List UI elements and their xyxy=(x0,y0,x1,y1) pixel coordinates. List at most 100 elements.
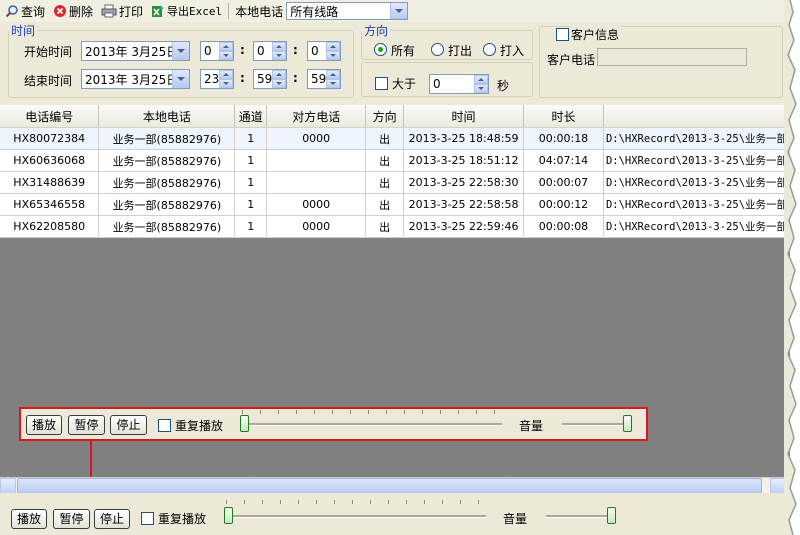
customer-phone-field[interactable] xyxy=(597,48,747,66)
table-row[interactable]: HX62208580 业务一部(85882976) 1 0000 出 2013-3-25 … xyxy=(0,215,790,238)
cell-id: HX80072384 xyxy=(0,127,100,150)
col-header-peer-phone[interactable]: 对方电话 xyxy=(266,105,367,128)
spin-up-icon[interactable] xyxy=(272,42,286,51)
repeat-checkbox[interactable] xyxy=(141,512,154,525)
filter-panel: 时间 开始时间 2013年 3月25日 0 : 0 : 0 结束时间 2013年… xyxy=(0,22,790,105)
col-header-duration[interactable]: 时长 xyxy=(523,105,604,128)
play-button[interactable]: 播放 xyxy=(11,509,47,529)
duration-spinner[interactable]: 0 xyxy=(429,74,489,94)
cell-duration: 00:00:12 xyxy=(523,193,604,216)
progress-slider-thumb[interactable] xyxy=(224,507,233,524)
torn-edge-decoration xyxy=(784,0,797,535)
cell-local-phone: 业务一部(85882976) xyxy=(98,127,236,150)
progress-slider-thumb[interactable] xyxy=(240,415,249,432)
spin-up-icon[interactable] xyxy=(326,70,340,79)
col-header-time[interactable]: 时间 xyxy=(403,105,525,128)
spin-up-icon[interactable] xyxy=(474,75,488,84)
spin-up-icon[interactable] xyxy=(272,70,286,79)
table-row[interactable]: HX80072384 业务一部(85882976) 1 0000 出 2013-3-25 … xyxy=(0,127,790,150)
spin-up-icon[interactable] xyxy=(219,42,233,51)
table-row[interactable]: HX60636068 业务一部(85882976) 1 出 2013-3-25 18:5… xyxy=(0,149,790,172)
volume-track xyxy=(562,423,628,426)
col-header-id[interactable]: 电话编号 xyxy=(0,105,100,128)
radio-all[interactable] xyxy=(374,43,387,56)
pause-button[interactable]: 暂停 xyxy=(53,509,90,529)
greater-checkbox[interactable] xyxy=(375,77,388,90)
col-header-channel[interactable]: 通道 xyxy=(234,105,268,128)
col-header-local-phone[interactable]: 本地电话 xyxy=(98,105,236,128)
colon-sep: : xyxy=(240,43,245,57)
col-header-direction[interactable]: 方向 xyxy=(365,105,405,128)
spin-down-icon[interactable] xyxy=(272,79,286,88)
col-header-path[interactable] xyxy=(603,105,790,128)
app-window: 查询 删除 打印 导出Excel 本地电话 所有线路 时间 开始时间 2013年… xyxy=(0,0,790,535)
stop-button[interactable]: 停止 xyxy=(110,415,147,435)
toolbar-separator xyxy=(228,3,230,19)
start-second-spinner[interactable]: 0 xyxy=(307,41,341,61)
customer-checkbox[interactable] xyxy=(556,28,569,41)
pause-button[interactable]: 暂停 xyxy=(68,415,105,435)
stop-button[interactable]: 停止 xyxy=(94,509,130,529)
radio-incoming[interactable] xyxy=(483,43,496,56)
colon-sep: : xyxy=(293,43,298,57)
end-second-spinner[interactable]: 59 xyxy=(307,69,341,89)
table-row[interactable]: HX31488639 业务一部(85882976) 1 出 2013-3-25 22:5… xyxy=(0,171,790,194)
spin-down-icon[interactable] xyxy=(326,51,340,60)
spin-up-icon[interactable] xyxy=(219,70,233,79)
table-row[interactable]: HX65346558 业务一部(85882976) 1 0000 出 2013-3-25 … xyxy=(0,193,790,216)
delete-button[interactable]: 删除 xyxy=(50,1,96,21)
end-minute-spinner[interactable]: 59 xyxy=(253,69,287,89)
end-date-picker[interactable]: 2013年 3月25日 xyxy=(81,69,190,89)
cell-path: D:\HXRecord\2013-3-25\业务一部 xyxy=(603,171,790,194)
query-label: 查询 xyxy=(21,4,46,19)
magnifier-icon xyxy=(5,5,18,18)
cell-duration: 04:07:14 xyxy=(523,149,604,172)
play-button[interactable]: 播放 xyxy=(26,415,62,435)
spin-down-icon[interactable] xyxy=(219,51,233,60)
scroll-left-icon[interactable] xyxy=(0,478,16,494)
print-button[interactable]: 打印 xyxy=(98,1,146,21)
cell-time: 2013-3-25 22:59:46 xyxy=(403,215,525,238)
spin-down-icon[interactable] xyxy=(474,84,488,93)
start-minute-spinner[interactable]: 0 xyxy=(253,41,287,61)
delete-label: 删除 xyxy=(69,4,94,19)
chevron-down-icon[interactable] xyxy=(172,42,189,60)
start-hour-spinner[interactable]: 0 xyxy=(200,41,234,61)
cell-direction: 出 xyxy=(365,215,405,238)
radio-outgoing-label: 打出 xyxy=(448,44,473,58)
volume-slider-thumb[interactable] xyxy=(623,415,632,432)
export-label: 导出Excel xyxy=(167,5,223,18)
chevron-down-icon[interactable] xyxy=(390,3,408,19)
cell-path: D:\HXRecord\2013-3-25\业务一部 xyxy=(603,127,790,150)
spin-down-icon[interactable] xyxy=(219,79,233,88)
print-label: 打印 xyxy=(119,4,144,19)
spin-up-icon[interactable] xyxy=(326,42,340,51)
export-excel-button[interactable]: 导出Excel xyxy=(148,1,225,21)
repeat-label: 重复播放 xyxy=(158,512,207,526)
start-date-picker[interactable]: 2013年 3月25日 xyxy=(81,41,190,61)
cell-path: D:\HXRecord\2013-3-25\业务一部 xyxy=(603,215,790,238)
cell-direction: 出 xyxy=(365,171,405,194)
seconds-label: 秒 xyxy=(497,79,510,93)
volume-slider-thumb[interactable] xyxy=(607,507,616,524)
scroll-thumb[interactable] xyxy=(17,478,762,494)
horizontal-scrollbar[interactable] xyxy=(0,477,790,494)
cell-id: HX60636068 xyxy=(0,149,100,172)
line-select[interactable]: 所有线路 xyxy=(286,2,409,20)
spin-down-icon[interactable] xyxy=(272,51,286,60)
chevron-down-icon[interactable] xyxy=(172,70,189,88)
cell-time: 2013-3-25 22:58:58 xyxy=(403,193,525,216)
cell-channel: 1 xyxy=(234,171,268,194)
end-hour-spinner[interactable]: 23 xyxy=(200,69,234,89)
query-button[interactable]: 查询 xyxy=(2,1,48,21)
cell-channel: 1 xyxy=(234,127,268,150)
time-legend: 时间 xyxy=(11,24,36,38)
cell-peer-phone xyxy=(266,149,367,172)
player-bar: 播放 暂停 停止 重复播放 音量 xyxy=(0,493,790,535)
cell-peer-phone: 0000 xyxy=(266,127,367,150)
repeat-checkbox[interactable] xyxy=(158,419,171,432)
cell-channel: 1 xyxy=(234,193,268,216)
spin-down-icon[interactable] xyxy=(326,79,340,88)
progress-ticks xyxy=(242,410,502,414)
radio-outgoing[interactable] xyxy=(431,43,444,56)
